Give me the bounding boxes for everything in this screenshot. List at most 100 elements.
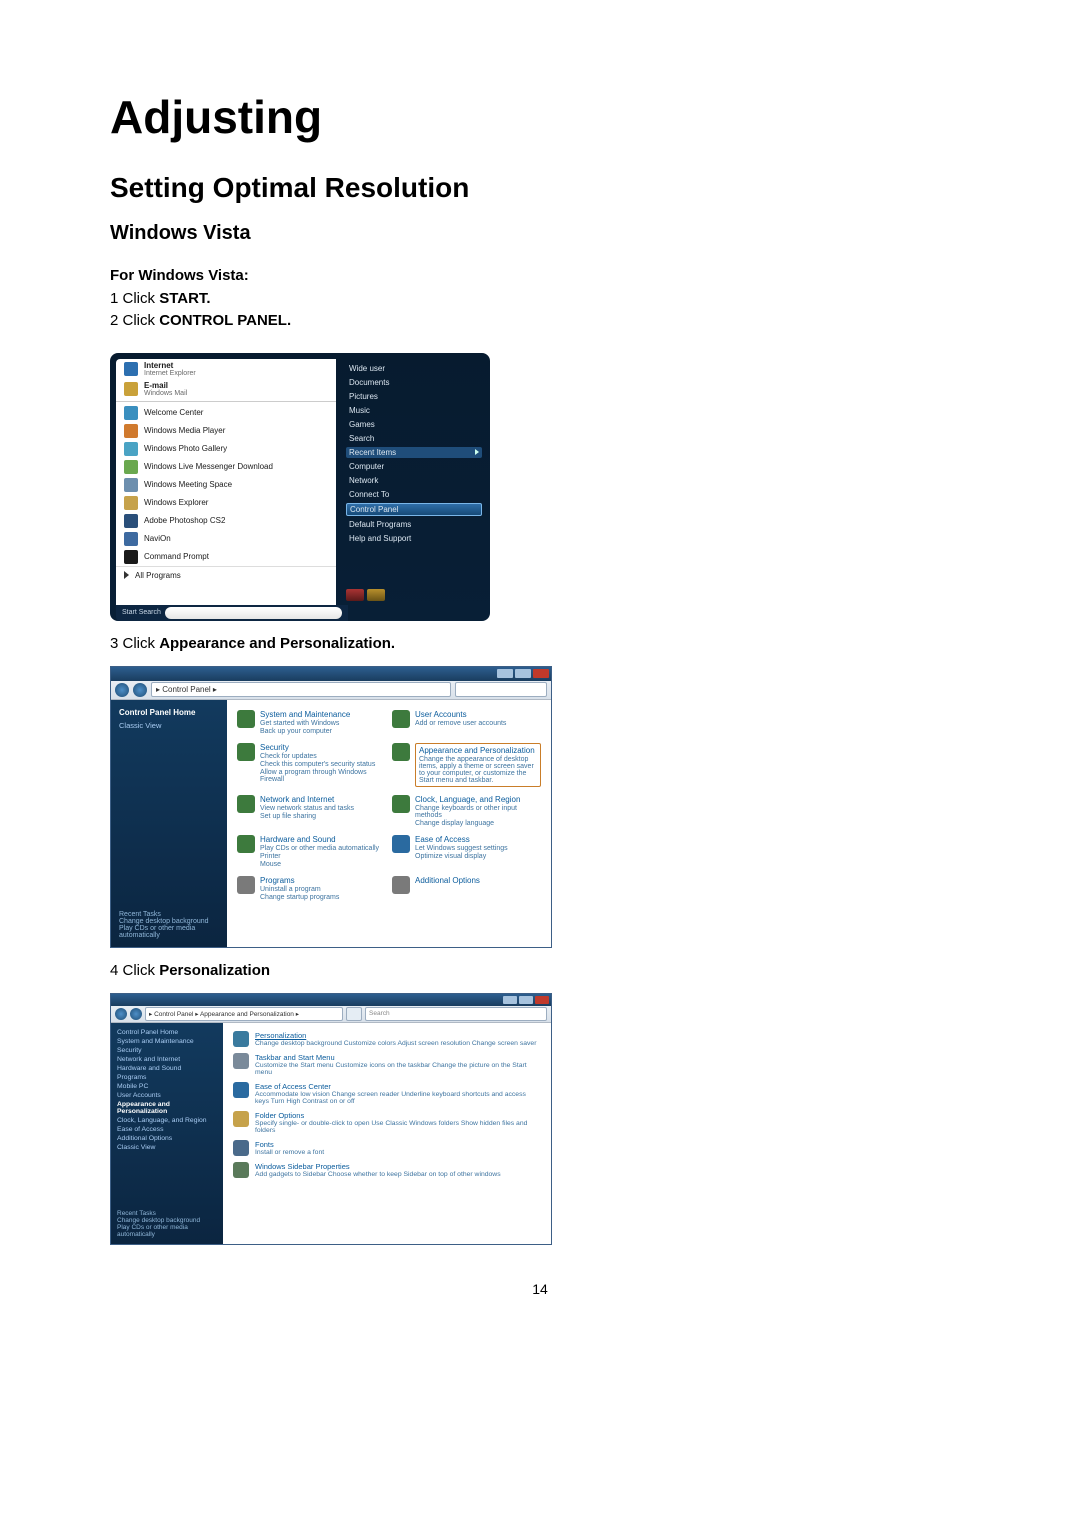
sidebar-item[interactable]: System and Maintenance (117, 1038, 217, 1045)
start-menu-right-item[interactable]: Documents (346, 377, 482, 388)
category-text: Ease of AccessLet Windows suggest settin… (415, 835, 508, 868)
app-icon (124, 532, 138, 546)
start-menu-right-item[interactable]: Games (346, 419, 482, 430)
app-icon (124, 496, 138, 510)
sidebar-item[interactable]: Network and Internet (117, 1056, 217, 1063)
start-menu-right-item[interactable]: Wide user (346, 363, 482, 374)
sidebar-item[interactable]: Mobile PC (117, 1083, 217, 1090)
app-label: Welcome Center (144, 408, 203, 417)
breadcrumb[interactable]: ▸ Control Panel ▸ Appearance and Persona… (145, 1007, 343, 1021)
start-menu-right-item[interactable]: Network (346, 475, 482, 486)
classic-view-link[interactable]: Classic View (117, 1144, 217, 1151)
control-panel-category[interactable]: Appearance and PersonalizationChange the… (392, 743, 541, 787)
control-panel-category[interactable]: Hardware and SoundPlay CDs or other medi… (237, 835, 386, 868)
recent-tasks: Recent Tasks Change desktop background P… (119, 911, 219, 939)
forward-button[interactable] (130, 1008, 142, 1020)
start-menu-right-item[interactable]: Help and Support (346, 533, 482, 544)
start-menu-right-item[interactable]: Pictures (346, 391, 482, 402)
entry-text: Taskbar and Start MenuCustomize the Star… (255, 1053, 541, 1076)
control-panel-category[interactable]: SecurityCheck for updatesCheck this comp… (237, 743, 386, 787)
start-menu-pinned-item[interactable]: E-mailWindows Mail (122, 379, 330, 399)
start-menu-right-item[interactable]: Computer (346, 461, 482, 472)
instructions: For Windows Vista: 1 Click START. 2 Clic… (110, 265, 970, 333)
sidebar-item[interactable]: Programs (117, 1074, 217, 1081)
breadcrumb[interactable]: ▸ Control Panel ▸ (151, 682, 451, 697)
sidebar-item[interactable]: Hardware and Sound (117, 1065, 217, 1072)
sidebar-item[interactable]: Security (117, 1047, 217, 1054)
sidebar-item[interactable]: Ease of Access (117, 1126, 217, 1133)
sidebar-item[interactable]: Appearance and Personalization (117, 1101, 217, 1115)
appearance-entry[interactable]: Taskbar and Start MenuCustomize the Star… (233, 1053, 541, 1076)
control-panel-category[interactable]: Clock, Language, and RegionChange keyboa… (392, 795, 541, 827)
control-panel-category[interactable]: Network and InternetView network status … (237, 795, 386, 827)
back-button[interactable] (115, 683, 129, 697)
section-heading: Setting Optimal Resolution (110, 172, 970, 204)
sidebar-item[interactable]: Control Panel Home (117, 1029, 217, 1036)
back-button[interactable] (115, 1008, 127, 1020)
start-menu-right-item[interactable]: Music (346, 405, 482, 416)
appearance-entry[interactable]: PersonalizationChange desktop background… (233, 1031, 541, 1047)
step-3: 3 Click Appearance and Personalization. (110, 635, 970, 652)
refresh-button[interactable] (346, 1007, 362, 1021)
start-menu-recent-item[interactable]: NaviOn (122, 530, 330, 548)
start-menu-recent-item[interactable]: Windows Media Player (122, 422, 330, 440)
minimize-button[interactable] (497, 669, 513, 678)
shutdown-button[interactable] (346, 589, 364, 601)
start-menu-recent-item[interactable]: Windows Live Messenger Download (122, 458, 330, 476)
appearance-entry[interactable]: FontsInstall or remove a font (233, 1140, 541, 1156)
close-button[interactable] (533, 669, 549, 678)
entry-icon (233, 1111, 249, 1127)
start-menu-pinned-item[interactable]: InternetInternet Explorer (122, 359, 330, 379)
category-icon (392, 710, 410, 728)
appearance-entry[interactable]: Windows Sidebar PropertiesAdd gadgets to… (233, 1162, 541, 1178)
sidebar-item[interactable]: Additional Options (117, 1135, 217, 1142)
start-menu-right-item[interactable]: Default Programs (346, 519, 482, 530)
app-icon (124, 514, 138, 528)
chevron-right-icon (475, 449, 479, 455)
search-input[interactable] (455, 682, 547, 697)
control-panel-category[interactable]: Additional Options (392, 876, 541, 901)
control-panel-category[interactable]: ProgramsUninstall a programChange startu… (237, 876, 386, 901)
appearance-entries: PersonalizationChange desktop background… (223, 1023, 551, 1244)
app-icon (124, 362, 138, 376)
search-input[interactable]: Search (365, 1007, 547, 1021)
app-label: Command Prompt (144, 552, 209, 561)
control-panel-category[interactable]: User AccountsAdd or remove user accounts (392, 710, 541, 735)
close-button[interactable] (535, 996, 549, 1004)
sidebar-item[interactable]: User Accounts (117, 1092, 217, 1099)
classic-view-link[interactable]: Classic View (119, 721, 219, 730)
start-menu-right-item[interactable]: Connect To (346, 489, 482, 500)
lock-button[interactable] (367, 589, 385, 601)
page-number: 14 (110, 1281, 970, 1297)
category-text: User AccountsAdd or remove user accounts (415, 710, 506, 735)
start-menu-recent-item[interactable]: Windows Explorer (122, 494, 330, 512)
start-search-bar[interactable]: Start Search (116, 605, 348, 621)
app-icon (124, 460, 138, 474)
app-label: InternetInternet Explorer (144, 361, 196, 377)
all-programs-item[interactable]: All Programs (116, 566, 336, 584)
start-menu-right-item[interactable]: Search (346, 433, 482, 444)
start-menu-recent-item[interactable]: Welcome Center (122, 404, 330, 422)
appearance-entry[interactable]: Folder OptionsSpecify single- or double-… (233, 1111, 541, 1134)
maximize-button[interactable] (519, 996, 533, 1004)
start-menu-recent-item[interactable]: Command Prompt (122, 548, 330, 566)
entry-text: Ease of Access CenterAccommodate low vis… (255, 1082, 541, 1105)
maximize-button[interactable] (515, 669, 531, 678)
address-bar: ▸ Control Panel ▸ Appearance and Persona… (111, 1006, 551, 1023)
category-text: SecurityCheck for updatesCheck this comp… (260, 743, 386, 787)
start-menu-recent-item[interactable]: Windows Photo Gallery (122, 440, 330, 458)
minimize-button[interactable] (503, 996, 517, 1004)
forward-button[interactable] (133, 683, 147, 697)
control-panel-category[interactable]: Ease of AccessLet Windows suggest settin… (392, 835, 541, 868)
app-icon (124, 382, 138, 396)
start-menu-recent-item[interactable]: Windows Meeting Space (122, 476, 330, 494)
start-menu-right-item[interactable]: Control Panel (346, 503, 482, 516)
sidebar-item[interactable]: Clock, Language, and Region (117, 1117, 217, 1124)
category-text: Hardware and SoundPlay CDs or other medi… (260, 835, 379, 868)
start-menu-recent-item[interactable]: Adobe Photoshop CS2 (122, 512, 330, 530)
start-menu-right-item[interactable]: Recent Items (346, 447, 482, 458)
appearance-entry[interactable]: Ease of Access CenterAccommodate low vis… (233, 1082, 541, 1105)
search-input[interactable] (165, 607, 342, 619)
power-buttons (346, 585, 482, 601)
control-panel-category[interactable]: System and MaintenanceGet started with W… (237, 710, 386, 735)
